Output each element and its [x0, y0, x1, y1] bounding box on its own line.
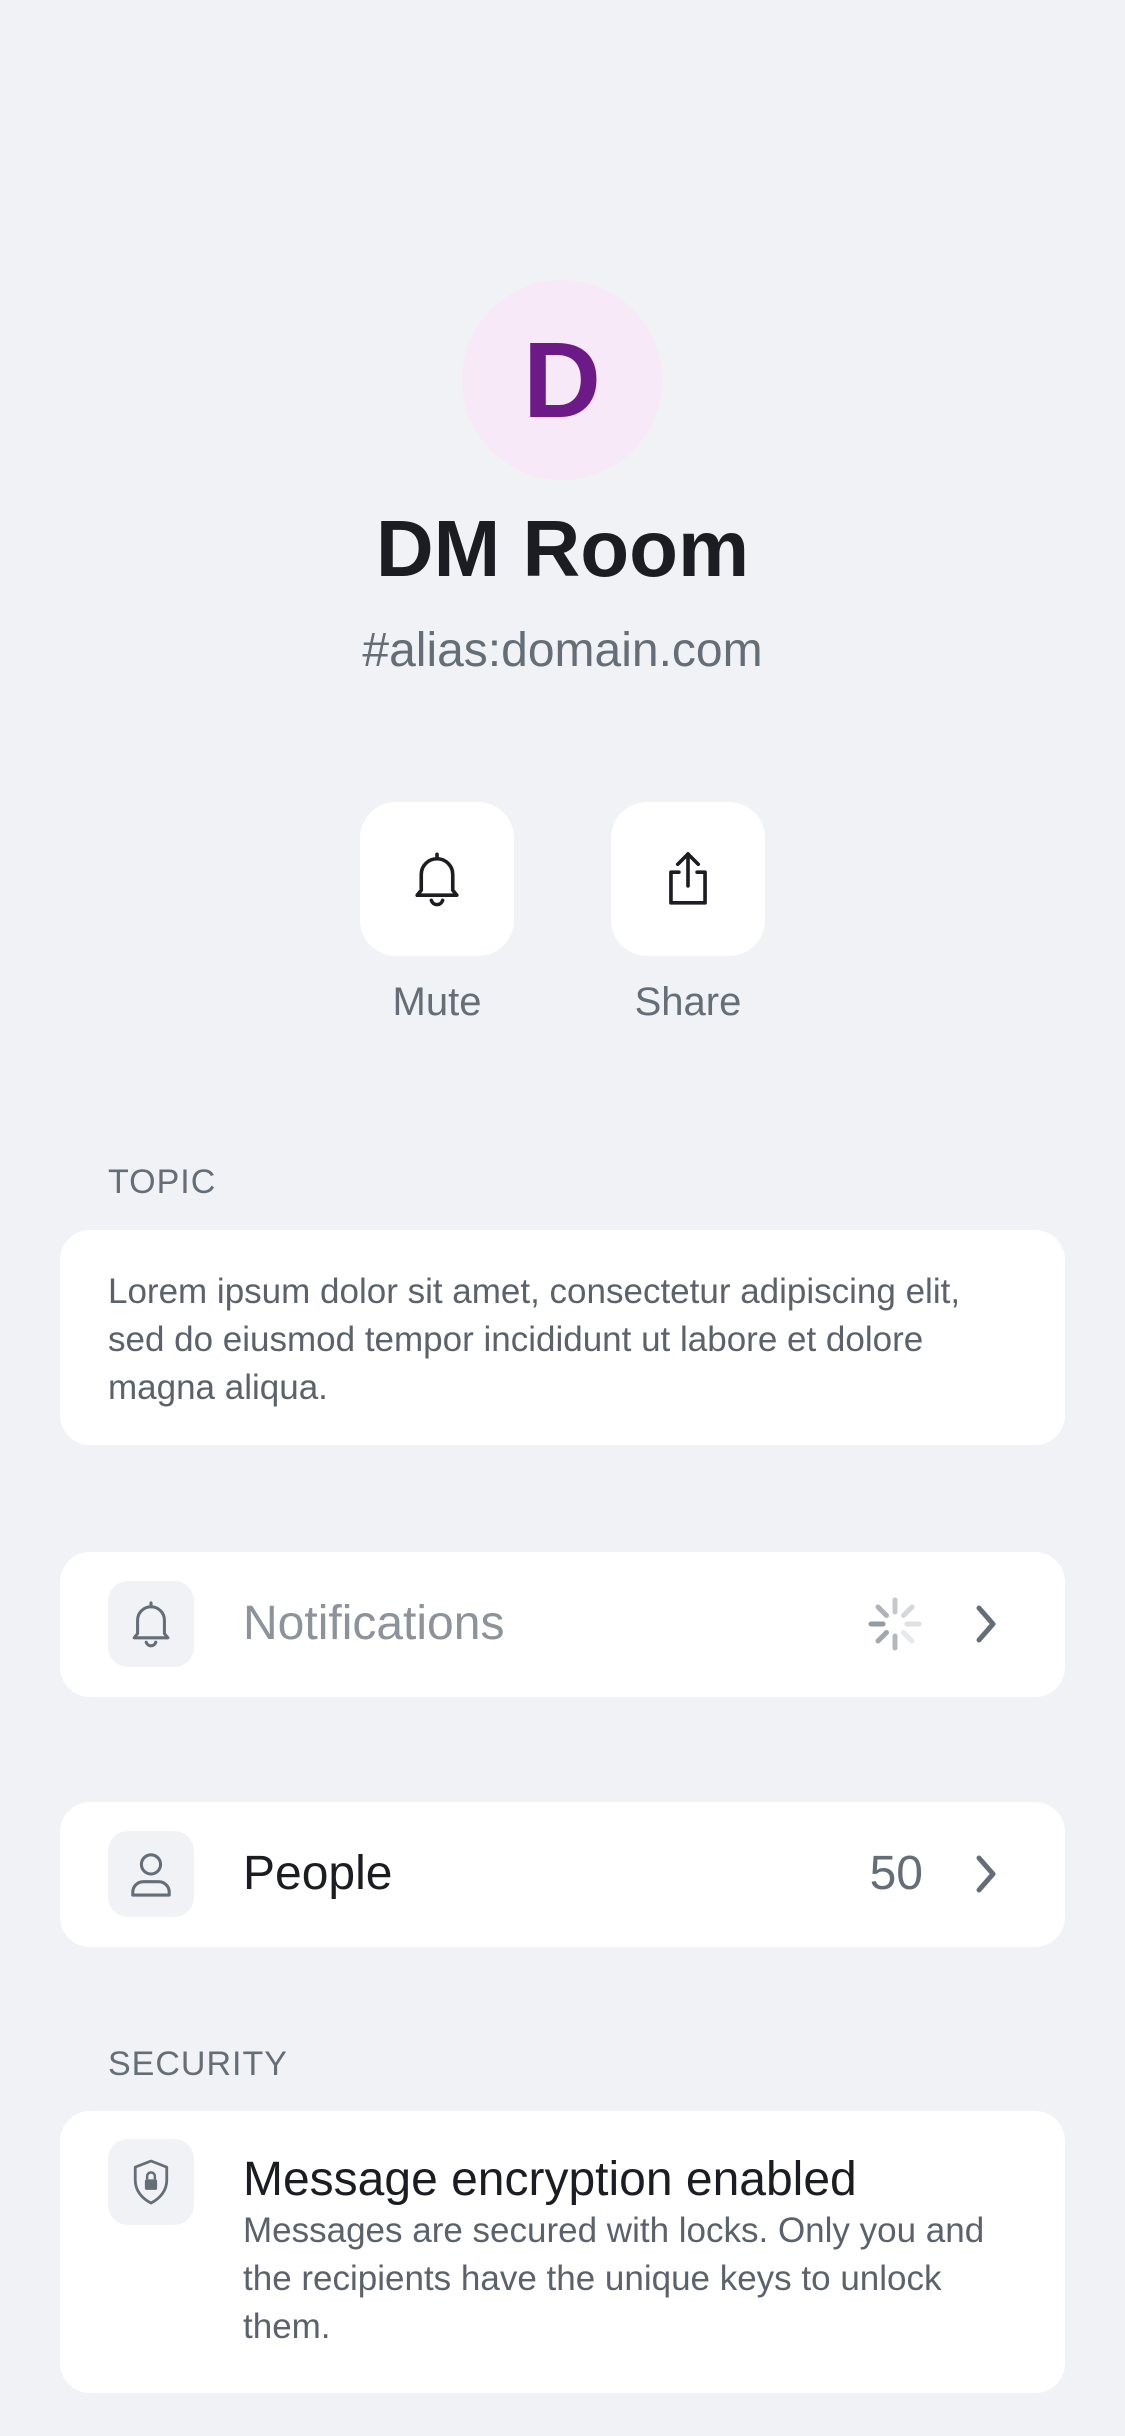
share-action[interactable]: Share: [611, 802, 765, 1025]
shield-lock-icon: [133, 2159, 169, 2205]
loading-spinner-icon: [868, 1597, 922, 1651]
people-icon-tile: [108, 1831, 194, 1917]
people-row[interactable]: People 50: [60, 1802, 1065, 1947]
share-button[interactable]: [611, 802, 765, 956]
chevron-right-icon: [976, 1605, 996, 1643]
mute-label: Mute: [392, 980, 482, 1024]
topic-card: Lorem ipsum dolor sit amet, consectetur …: [60, 1230, 1065, 1445]
security-icon-tile: [108, 2139, 194, 2225]
people-label: People: [243, 1847, 393, 1900]
topic-text: Lorem ipsum dolor sit amet, consectetur …: [108, 1272, 961, 1407]
room-name: DM Room: [375, 504, 750, 593]
mute-button[interactable]: [360, 802, 514, 956]
avatar-letter: D: [523, 319, 601, 440]
bell-icon: [415, 852, 459, 907]
encryption-description: Messages are secured with locks. Only yo…: [243, 2211, 985, 2346]
encryption-title: Message encryption enabled: [243, 2153, 857, 2206]
bell-icon: [132, 1601, 170, 1648]
notifications-icon-tile: [108, 1581, 194, 1667]
room-alias: #alias:domain.com: [362, 624, 763, 677]
topic-section-label: TOPIC: [108, 1163, 217, 1201]
notifications-label: Notifications: [243, 1597, 505, 1650]
notifications-row[interactable]: Notifications: [60, 1552, 1065, 1697]
mute-action[interactable]: Mute: [360, 802, 514, 1025]
people-count: 50: [869, 1847, 923, 1900]
share-label: Share: [634, 980, 742, 1024]
user-icon: [131, 1853, 171, 1897]
security-card: Message encryption enabled Messages are …: [60, 2111, 1065, 2393]
share-icon: [669, 852, 707, 905]
room-avatar[interactable]: D: [462, 280, 662, 480]
chevron-right-icon: [976, 1855, 996, 1893]
security-section-label: SECURITY: [108, 2045, 288, 2083]
